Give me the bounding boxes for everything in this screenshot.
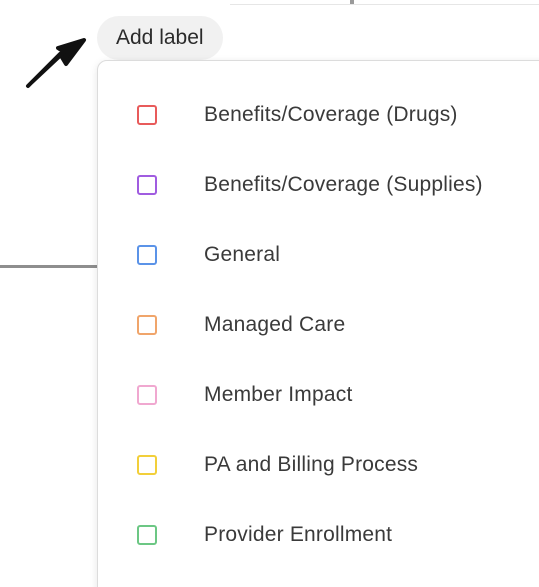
background-rule	[0, 265, 98, 268]
label-list: Benefits/Coverage (Drugs) Benefits/Cover…	[98, 61, 539, 570]
label-option-text: PA and Billing Process	[204, 453, 419, 476]
arrow-pointer-icon	[26, 38, 86, 88]
label-option-text: Managed Care	[204, 313, 346, 336]
add-label-button[interactable]: Add label	[97, 16, 223, 60]
label-option-provider-enrollment[interactable]: Provider Enrollment	[98, 500, 539, 570]
label-option-text: General	[204, 243, 281, 266]
label-option-member-impact[interactable]: Member Impact	[98, 360, 539, 430]
color-swatch-icon	[137, 245, 157, 265]
label-option-text: Benefits/Coverage (Drugs)	[204, 103, 458, 126]
color-swatch-icon	[137, 385, 157, 405]
label-option-managed-care[interactable]: Managed Care	[98, 290, 539, 360]
label-option-text: Benefits/Coverage (Supplies)	[204, 173, 483, 196]
background-tick	[350, 0, 354, 4]
color-swatch-icon	[137, 315, 157, 335]
label-option-benefits-drugs[interactable]: Benefits/Coverage (Drugs)	[98, 80, 539, 150]
label-dropdown: Benefits/Coverage (Drugs) Benefits/Cover…	[97, 60, 539, 587]
color-swatch-icon	[137, 105, 157, 125]
label-option-general[interactable]: General	[98, 220, 539, 290]
label-option-text: Provider Enrollment	[204, 523, 393, 546]
label-option-benefits-supplies[interactable]: Benefits/Coverage (Supplies)	[98, 150, 539, 220]
color-swatch-icon	[137, 525, 157, 545]
label-option-text: Member Impact	[204, 383, 353, 406]
screen: Add label Benefits/Coverage (Drugs) Bene…	[0, 0, 539, 587]
background-divider	[230, 0, 539, 5]
label-option-pa-billing[interactable]: PA and Billing Process	[98, 430, 539, 500]
color-swatch-icon	[137, 175, 157, 195]
color-swatch-icon	[137, 455, 157, 475]
